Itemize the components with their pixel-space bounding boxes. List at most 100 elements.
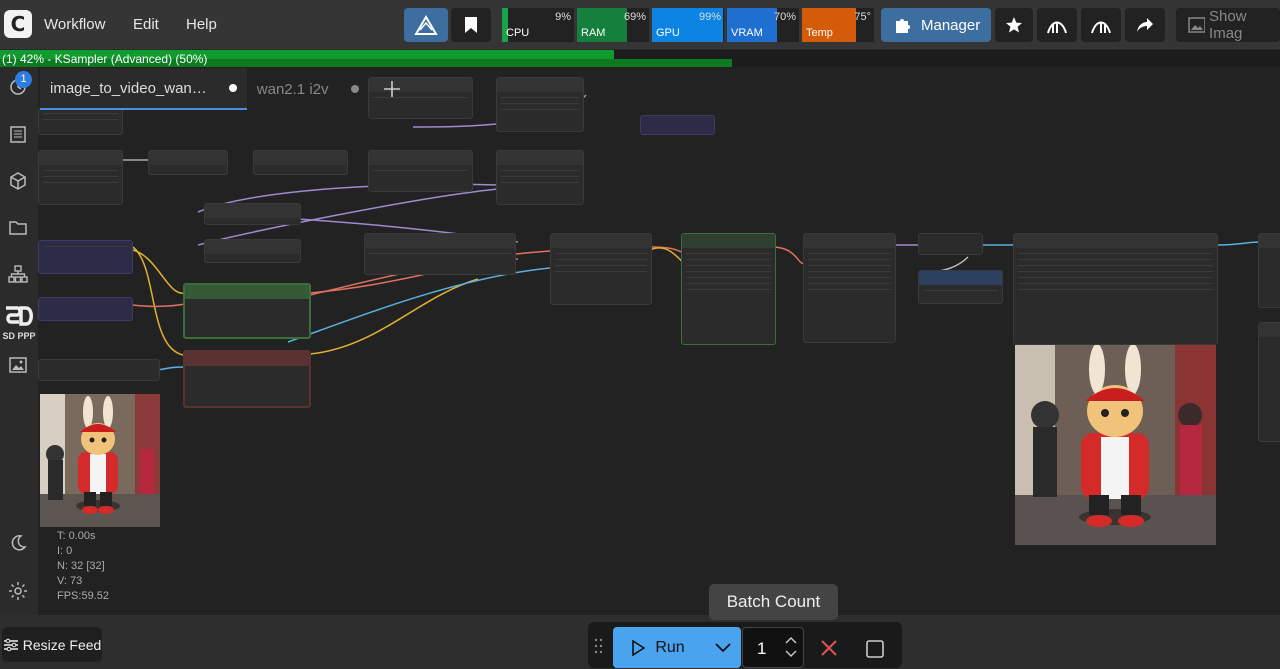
rabbit-image: [40, 394, 160, 527]
ksampler-node-active[interactable]: [681, 233, 776, 345]
play-icon: [632, 639, 646, 656]
gallery-icon: [9, 357, 27, 373]
node-tool-button-1[interactable]: [1037, 8, 1077, 42]
graph-node[interactable]: [550, 233, 652, 305]
unsaved-dot-icon: [350, 85, 359, 93]
graph-node-green[interactable]: [183, 283, 311, 339]
run-label: Run: [655, 638, 685, 656]
graph-node[interactable]: [803, 233, 896, 343]
gear-icon: [9, 582, 27, 600]
sliders-icon: [3, 638, 18, 651]
top-menubar: C Workflow Edit Help 9% CPU 69% RAM 99% …: [0, 0, 1280, 50]
graph-node[interactable]: [496, 77, 584, 132]
batch-count-value: 1: [757, 639, 767, 658]
favorites-button[interactable]: [995, 8, 1033, 42]
graph-node[interactable]: [918, 270, 1003, 304]
node-graph-canvas[interactable]: [38, 67, 1280, 615]
graph-node[interactable]: [496, 150, 584, 205]
resize-feed-label: Resize Feed: [22, 636, 102, 653]
graph-node[interactable]: [204, 239, 301, 263]
cpu-monitor: 9% CPU: [502, 8, 574, 42]
bookmark-icon: [465, 17, 477, 33]
queue-history-button[interactable]: 1: [7, 71, 32, 99]
menu-help[interactable]: Help: [186, 16, 217, 33]
new-tab-button[interactable]: [369, 68, 415, 110]
run-mode-dropdown[interactable]: [705, 627, 741, 668]
manager-button[interactable]: Manager: [881, 8, 991, 42]
graph-node[interactable]: [204, 203, 301, 225]
canvas-stats: T: 0.00s I: 0 N: 32 [32] V: 73 FPS:59.52: [57, 529, 109, 604]
decrement-button[interactable]: [785, 645, 797, 663]
link-yellow-2: [132, 246, 184, 356]
cube-icon: [10, 172, 26, 190]
cpu-label: CPU: [506, 27, 530, 39]
cpu-pct: 9%: [555, 11, 571, 23]
rabbit-output-image: [1015, 345, 1216, 545]
input-image-preview: [40, 394, 160, 527]
graph-node[interactable]: [364, 233, 516, 275]
graph-node[interactable]: [38, 107, 123, 135]
stat-fps: FPS:59.52: [57, 590, 109, 602]
menu-workflow[interactable]: Workflow: [44, 16, 105, 33]
settings-button[interactable]: [7, 581, 29, 603]
graph-node-red[interactable]: [183, 350, 311, 408]
chevron-down-icon: [715, 642, 731, 652]
node-tool-button-2[interactable]: [1081, 8, 1121, 42]
graph-node-purple[interactable]: [640, 115, 715, 135]
comfy-logo[interactable]: C: [4, 10, 32, 38]
gallery-button[interactable]: [7, 356, 29, 378]
share-button[interactable]: [1125, 8, 1165, 42]
run-button[interactable]: Run: [613, 627, 703, 668]
graph-node[interactable]: [1258, 322, 1280, 442]
batch-count-tooltip: Batch Count: [709, 584, 838, 620]
tab-wan-i2v[interactable]: wan2.1 i2v: [247, 68, 369, 110]
graph-node-purple[interactable]: [38, 240, 133, 274]
templates-button[interactable]: [7, 264, 29, 286]
graph-node[interactable]: [148, 150, 228, 175]
star-icon: [1006, 17, 1022, 33]
gpu-label: GPU: [656, 27, 680, 39]
folder-icon: [9, 221, 27, 235]
workflows-button[interactable]: [7, 218, 29, 240]
moon-icon: [11, 535, 27, 551]
progress-text: (1) 42% - KSampler (Advanced) (50%): [2, 52, 208, 66]
graph-node[interactable]: [38, 150, 123, 205]
vram-label: VRAM: [731, 27, 763, 39]
batch-count-input[interactable]: 1: [742, 627, 804, 668]
graph-node[interactable]: [1258, 233, 1280, 308]
graph-node[interactable]: [368, 150, 473, 192]
menu-edit[interactable]: Edit: [133, 16, 159, 33]
graph-node[interactable]: [253, 150, 348, 175]
queue-badge: 1: [15, 71, 32, 88]
stat-t: T: 0.00s: [57, 530, 96, 542]
show-image-label: Show Imag: [1209, 8, 1247, 42]
sd-ppp-label: SD PPP: [2, 331, 36, 341]
sd-ppp-button[interactable]: SD PPP: [2, 304, 36, 341]
drag-handle-icon[interactable]: [594, 638, 604, 659]
theme-toggle-button[interactable]: [7, 534, 29, 556]
show-image-button[interactable]: Show Imag: [1176, 8, 1280, 42]
graph-node-purple[interactable]: [38, 297, 133, 321]
tab-image-to-video[interactable]: image_to_video_wan…: [40, 68, 247, 110]
video-combine-node[interactable]: [1013, 233, 1218, 345]
bridge-icon: [1047, 21, 1067, 34]
sitemap-icon: [8, 265, 28, 283]
cancel-run-button[interactable]: [820, 639, 838, 662]
graph-node[interactable]: [918, 233, 983, 255]
execution-progress: (1) 42% - KSampler (Advanced) (50%): [0, 50, 1280, 67]
node-library-button[interactable]: [7, 125, 29, 147]
run-button-group: Run: [613, 627, 741, 668]
stat-v: V: 73: [57, 575, 83, 587]
bridge-alt-icon: [1091, 21, 1111, 34]
graph-node[interactable]: [38, 359, 160, 381]
gpu-pct: 99%: [698, 11, 721, 23]
sd-logo-icon: [6, 306, 33, 326]
bookmark-button[interactable]: [451, 8, 491, 42]
image-icon: [1188, 17, 1206, 33]
workflow-manager-button[interactable]: [404, 8, 448, 42]
tab-label: image_to_video_wan…: [50, 79, 207, 97]
stop-button[interactable]: [866, 640, 884, 663]
temp-monitor: 75° Temp: [802, 8, 874, 42]
model-library-button[interactable]: [7, 171, 29, 193]
resize-feed-button[interactable]: Resize Feed: [2, 627, 102, 662]
